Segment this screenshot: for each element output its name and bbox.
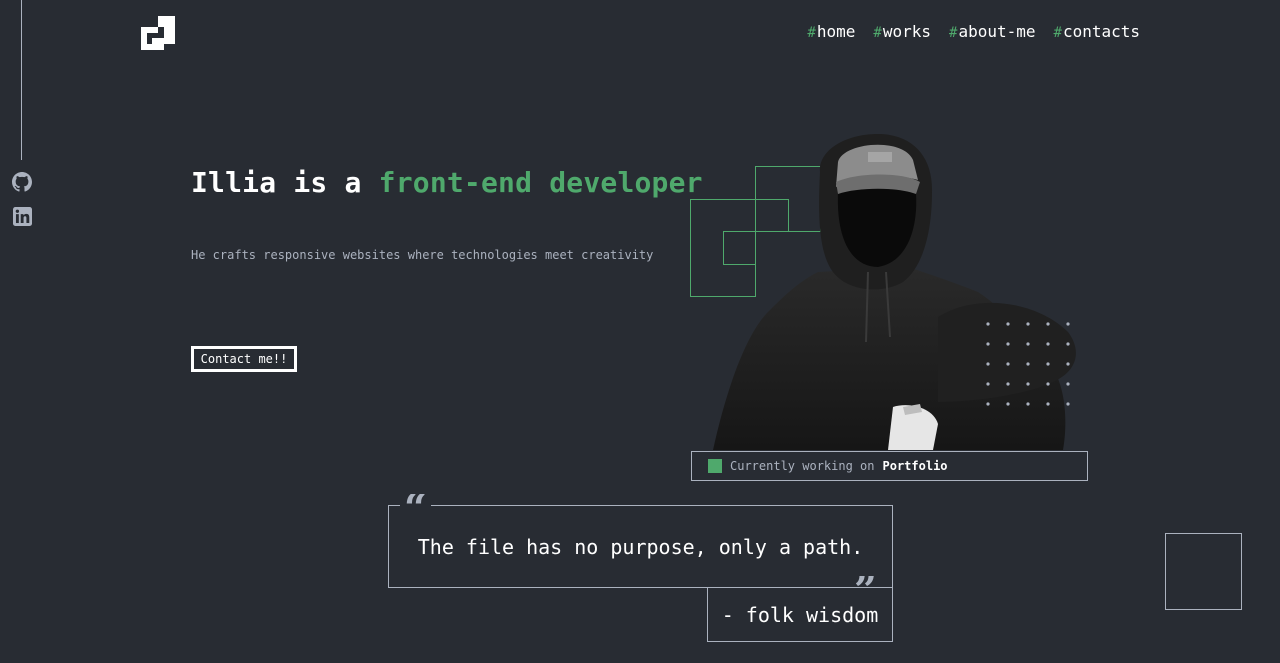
social-rail-line [21, 0, 22, 160]
hero-subtitle: He crafts responsive websites where tech… [191, 248, 654, 262]
status-indicator-icon [708, 459, 722, 473]
nav-label: about-me [958, 22, 1036, 41]
status-bar: Currently working on Portfolio [691, 451, 1088, 481]
hero-title-accent: front-end developer [378, 166, 703, 199]
nav-label: home [816, 22, 856, 41]
quote-text: The file has no purpose, only a path. [417, 534, 864, 559]
status-project: Portfolio [882, 459, 948, 473]
quote-author-box: - folk wisdom [707, 587, 893, 642]
contact-me-button[interactable]: Contact me!! [191, 346, 297, 372]
nav-works[interactable]: #works [873, 22, 931, 41]
nav-contacts[interactable]: #contacts [1054, 22, 1141, 41]
status-label: Currently working on [730, 459, 875, 473]
nav-home[interactable]: #home [807, 22, 855, 41]
square-decoration [1165, 533, 1242, 610]
quote-author: - folk wisdom [721, 602, 879, 627]
dots-decoration [984, 320, 1074, 410]
quote-open-icon: “ [400, 494, 432, 518]
pixel-logo-icon[interactable] [141, 16, 175, 50]
nav-label: contacts [1062, 22, 1140, 41]
nav-hash: # [1053, 25, 1062, 41]
quote-box: The file has no purpose, only a path. [388, 505, 893, 588]
hero-title: Illia is a front-end developer [191, 166, 703, 199]
linkedin-icon[interactable] [12, 206, 32, 226]
nav-hash: # [949, 25, 958, 41]
github-icon[interactable] [12, 172, 32, 192]
main-nav: #home #works #about-me #contacts [807, 22, 1140, 41]
nav-label: works [882, 22, 931, 41]
nav-about-me[interactable]: #about-me [949, 22, 1036, 41]
hero-title-prefix: Illia is a [191, 166, 379, 199]
nav-hash: # [873, 25, 882, 41]
nav-hash: # [807, 25, 816, 41]
